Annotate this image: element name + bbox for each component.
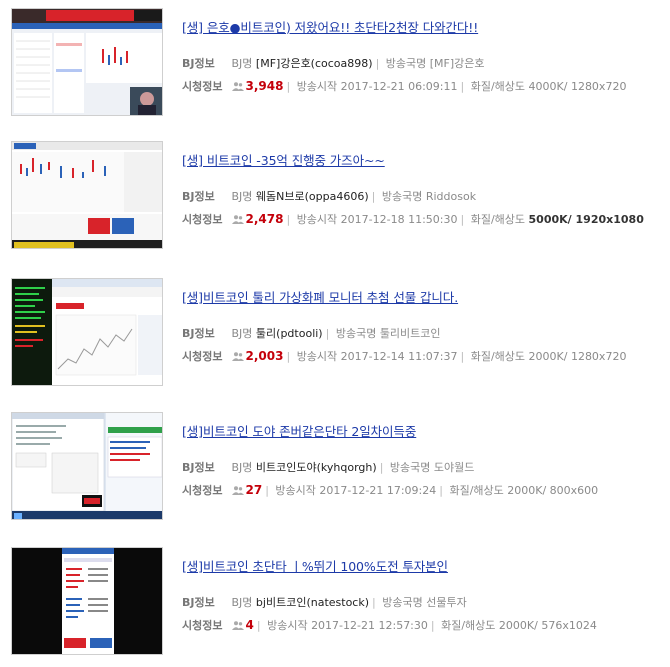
thumbnail-image (12, 9, 162, 115)
quality-value: 2000K/ 1280x720 (528, 350, 627, 363)
watch-info-row: 시청정보 2,478 | 방송시작 2017-12-18 11:50:30 | 화질… (182, 212, 644, 226)
channel-name-value[interactable]: Riddosok (426, 190, 476, 203)
stream-item: [생] 비트코인 -35억 진행중 가즈아~~ BJ정보 BJ명 웨돔N브로(o… (0, 141, 670, 259)
channel-name-value[interactable]: 툴리비트코인 (380, 327, 441, 340)
quality-key: 화질/해상도 (441, 619, 496, 632)
stream-item: [생]비트코인 초단타 ㅣ%뛰기 100%도전 투자본인 BJ정보 BJ명 bj… (0, 547, 670, 665)
channel-name-value[interactable]: 도야월드 (434, 461, 474, 474)
viewers-icon (231, 486, 244, 495)
stream-title-link[interactable]: [생] 은호●비트코인) 저왔어요!! 초단타2천장 다와간다!! (182, 17, 478, 36)
bj-name-key: BJ명 (231, 190, 253, 203)
start-time-key: 방송시작 (296, 213, 338, 226)
bj-name-value[interactable]: 웨돔N브로(oppa4606) (256, 190, 369, 203)
watch-info-label: 시청정보 (182, 484, 223, 497)
viewers-icon (231, 352, 244, 361)
start-time-value: 2017-12-21 17:09:24 (319, 484, 437, 497)
quality-key: 화질/해상도 (470, 350, 526, 363)
bj-info-label: BJ정보 (182, 327, 215, 340)
viewer-count: 3,948 (245, 79, 284, 93)
stream-title-link[interactable]: [생] 비트코인 -35억 진행중 가즈아~~ (182, 150, 385, 169)
bj-info-row: BJ정보 BJ명 [MF]강은호(cocoa898) | 방송국명 [MF]강은호 (182, 57, 485, 70)
thumbnail-image (12, 413, 162, 519)
quality-value: 2000K/ 576x1024 (498, 619, 597, 632)
stream-item: [생]비트코인 툴리 가상화폐 모니터 추첨 선물 갑니다. BJ정보 BJ명 … (0, 278, 670, 396)
bj-info-label: BJ정보 (182, 461, 215, 474)
stream-thumbnail[interactable] (11, 412, 163, 520)
quality-key: 화질/해상도 (470, 80, 526, 93)
thumbnail-image (12, 279, 162, 385)
viewer-count: 2,003 (245, 349, 284, 363)
bj-name-value[interactable]: 비트코인도야(kyhqorgh) (256, 461, 377, 474)
start-time-key: 방송시작 (296, 80, 338, 93)
stream-thumbnail[interactable] (11, 141, 163, 249)
watch-info-row: 시청정보 2,003 | 방송시작 2017-12-14 11:07:37 | 화질… (182, 349, 627, 363)
stream-title-link[interactable]: [생]비트코인 도야 존버같은단타 2일차이득중 (182, 421, 416, 440)
channel-name-key: 방송국명 (381, 190, 423, 203)
channel-name-value[interactable]: 선물투자 (426, 596, 466, 609)
start-time-key: 방송시작 (267, 619, 308, 632)
quality-value: 5000K/ 1920x1080 (528, 213, 644, 226)
start-time-value: 2017-12-14 11:07:37 (340, 350, 458, 363)
quality-key: 화질/해상도 (470, 213, 526, 226)
bj-name-key: BJ명 (231, 327, 253, 340)
bj-name-key: BJ명 (231, 57, 253, 70)
stream-thumbnail[interactable] (11, 8, 163, 116)
start-time-value: 2017-12-21 06:09:11 (340, 80, 458, 93)
bj-info-label: BJ정보 (182, 190, 215, 203)
start-time-key: 방송시작 (275, 484, 316, 497)
channel-name-key: 방송국명 (382, 596, 423, 609)
quality-key: 화질/해상도 (449, 484, 504, 497)
start-time-value: 2017-12-21 12:57:30 (311, 619, 428, 632)
watch-info-label: 시청정보 (182, 350, 223, 363)
channel-name-key: 방송국명 (389, 461, 431, 474)
viewer-count: 27 (245, 483, 263, 497)
channel-name-value[interactable]: [MF]강은호 (430, 57, 485, 70)
stream-thumbnail[interactable] (11, 547, 163, 655)
bj-info-row: BJ정보 BJ명 툴리(pdtooli) | 방송국명 툴리비트코인 (182, 327, 441, 340)
channel-name-key: 방송국명 (385, 57, 427, 70)
quality-value: 4000K/ 1280x720 (528, 80, 627, 93)
start-time-value: 2017-12-18 11:50:30 (340, 213, 458, 226)
thumbnail-image (12, 548, 162, 654)
thumbnail-image (12, 142, 162, 248)
watch-info-label: 시청정보 (182, 80, 223, 93)
bj-name-value[interactable]: 툴리(pdtooli) (256, 327, 323, 340)
stream-title-link[interactable]: [생]비트코인 툴리 가상화폐 모니터 추첨 선물 갑니다. (182, 287, 458, 306)
watch-info-row: 시청정보 4 | 방송시작 2017-12-21 12:57:30 | 화질/해상도… (182, 618, 597, 632)
channel-name-key: 방송국명 (335, 327, 377, 340)
watch-info-row: 시청정보 27 | 방송시작 2017-12-21 17:09:24 | 화질/해상… (182, 483, 599, 497)
bj-name-key: BJ명 (231, 461, 253, 474)
bj-info-row: BJ정보 BJ명 bj비트코인(natestock) | 방송국명 선물투자 (182, 596, 467, 609)
quality-value: 2000K/ 800x600 (507, 484, 599, 497)
stream-item: [생]비트코인 도야 존버같은단타 2일차이득중 BJ정보 BJ명 비트코인도야… (0, 412, 670, 530)
stream-title-link[interactable]: [생]비트코인 초단타 ㅣ%뛰기 100%도전 투자본인 (182, 556, 448, 575)
bj-name-value[interactable]: bj비트코인(natestock) (256, 596, 369, 609)
viewers-icon (231, 82, 244, 91)
watch-info-label: 시청정보 (182, 213, 223, 226)
start-time-key: 방송시작 (296, 350, 338, 363)
bj-info-label: BJ정보 (182, 57, 215, 70)
bj-info-row: BJ정보 BJ명 웨돔N브로(oppa4606) | 방송국명 Riddosok (182, 190, 477, 203)
bj-info-row: BJ정보 BJ명 비트코인도야(kyhqorgh) | 방송국명 도야월드 (182, 461, 475, 474)
watch-info-row: 시청정보 3,948 | 방송시작 2017-12-21 06:09:11 | 화질… (182, 79, 627, 93)
viewer-count: 4 (245, 618, 254, 632)
viewer-count: 2,478 (245, 212, 284, 226)
bj-info-label: BJ정보 (182, 596, 215, 609)
bj-name-key: BJ명 (231, 596, 253, 609)
bj-name-value[interactable]: [MF]강은호(cocoa898) (256, 57, 373, 70)
watch-info-label: 시청정보 (182, 619, 223, 632)
stream-thumbnail[interactable] (11, 278, 163, 386)
viewers-icon (231, 621, 244, 630)
stream-item: [생] 은호●비트코인) 저왔어요!! 초단타2천장 다와간다!! BJ정보 B… (0, 8, 670, 126)
viewers-icon (231, 215, 244, 224)
